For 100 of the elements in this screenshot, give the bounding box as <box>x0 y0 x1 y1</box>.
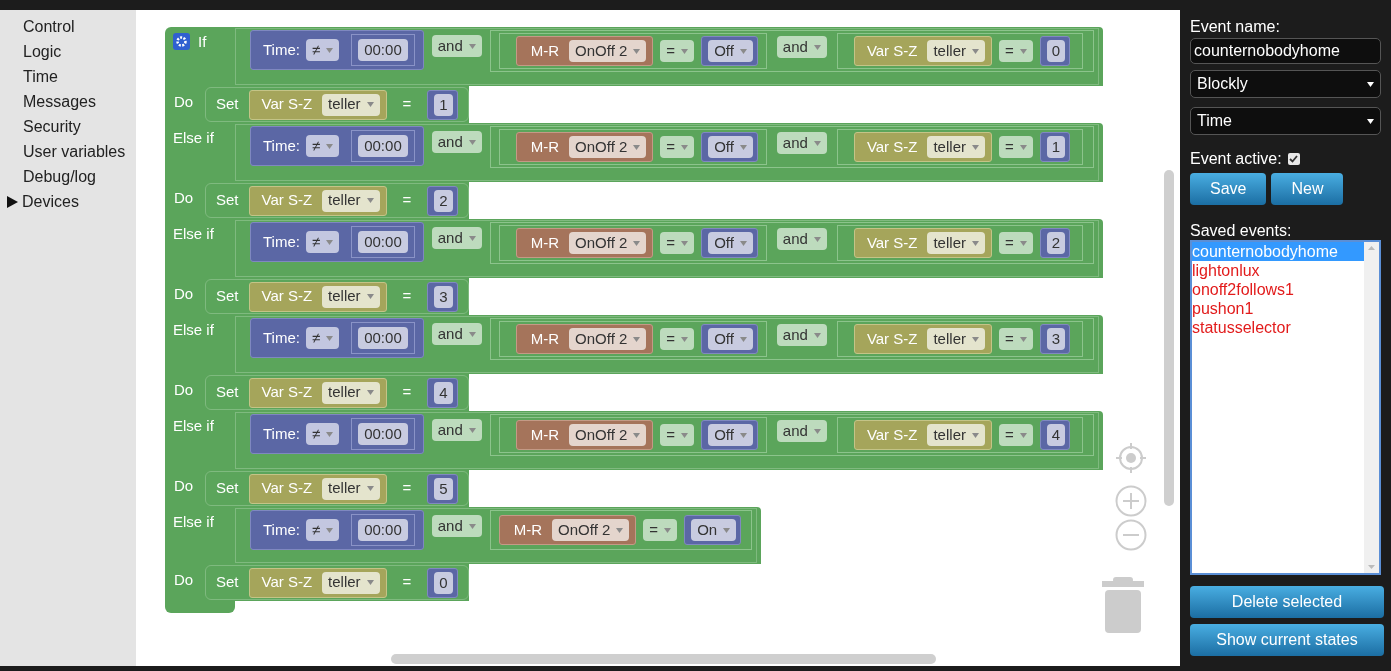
operator-dropdown[interactable]: = <box>660 328 695 350</box>
variable-block[interactable]: Var S-Z teller <box>853 420 992 450</box>
variable-block[interactable]: Var S-Z teller <box>248 281 387 312</box>
operator-dropdown[interactable]: = <box>643 519 678 541</box>
scrollbar[interactable] <box>391 654 936 664</box>
time-block[interactable]: Time: ≠ 00:00 <box>250 222 424 262</box>
variable-dropdown[interactable]: teller <box>322 189 380 212</box>
scroll-up-icon[interactable] <box>1368 246 1375 250</box>
gear-icon[interactable] <box>173 33 190 50</box>
operator-dropdown[interactable]: = <box>998 40 1033 62</box>
number-block[interactable]: 4 <box>427 377 458 408</box>
menu-item[interactable]: Control <box>23 14 75 39</box>
variable-dropdown[interactable]: teller <box>322 93 380 116</box>
variable-dropdown[interactable]: teller <box>322 477 380 500</box>
operator-dropdown[interactable]: ≠ <box>305 519 340 541</box>
event-item[interactable]: lightonlux <box>1192 261 1364 280</box>
device-dropdown[interactable]: OnOff 2 <box>569 232 647 254</box>
time-block[interactable]: Time: ≠ 00:00 <box>250 510 424 550</box>
variable-dropdown[interactable]: teller <box>927 424 985 446</box>
number-block[interactable]: 3 <box>1039 324 1071 354</box>
menu-item[interactable]: User variables <box>23 139 126 164</box>
number-field[interactable]: 5 <box>434 477 453 500</box>
logic-dropdown[interactable]: and <box>431 35 482 58</box>
number-block[interactable]: 1 <box>1039 132 1071 162</box>
number-block[interactable]: 3 <box>427 281 458 312</box>
number-field[interactable]: 2 <box>1046 232 1066 254</box>
operator-dropdown[interactable]: ≠ <box>305 135 340 157</box>
device-block[interactable]: M-R OnOff 2 <box>515 36 654 66</box>
operator-dropdown[interactable]: = <box>660 232 695 254</box>
logic-dropdown[interactable]: and <box>431 227 482 250</box>
time-block[interactable]: Time: ≠ 00:00 <box>250 126 424 166</box>
logic-dropdown[interactable]: and <box>431 515 482 538</box>
scrollbar[interactable] <box>1364 242 1379 573</box>
operator-dropdown[interactable]: = <box>660 136 695 158</box>
triangle-icon[interactable] <box>7 195 18 208</box>
device-block[interactable]: M-R OnOff 2 <box>515 228 654 258</box>
state-dropdown[interactable]: Off <box>708 232 753 254</box>
event-item[interactable]: statusselector <box>1192 318 1364 337</box>
operator-dropdown[interactable]: = <box>998 328 1033 350</box>
state-dropdown[interactable]: Off <box>708 136 753 158</box>
set-block[interactable]: Set Var S-Z teller = 4 <box>205 375 469 410</box>
number-field[interactable]: 0 <box>1046 40 1066 62</box>
event-name-field[interactable]: counternobodyhome <box>1190 38 1381 64</box>
state-dropdown[interactable]: Off <box>708 40 753 62</box>
variable-dropdown[interactable]: teller <box>322 285 380 308</box>
operator-dropdown[interactable]: = <box>660 424 695 446</box>
menu-item[interactable]: Messages <box>23 89 96 114</box>
number-block[interactable]: 0 <box>1039 36 1071 66</box>
device-dropdown[interactable]: OnOff 2 <box>569 328 647 350</box>
state-block[interactable]: Off <box>701 324 758 354</box>
time-field[interactable]: 00:00 <box>358 135 408 157</box>
device-block[interactable]: M-R OnOff 2 <box>515 420 654 450</box>
variable-dropdown[interactable]: teller <box>322 381 380 404</box>
device-dropdown[interactable]: OnOff 2 <box>569 136 647 158</box>
operator-dropdown[interactable]: = <box>998 232 1033 254</box>
variable-dropdown[interactable]: teller <box>927 328 985 350</box>
action-button[interactable]: New <box>1271 173 1344 205</box>
number-field[interactable]: 2 <box>434 189 453 212</box>
number-field[interactable]: 4 <box>1046 424 1066 446</box>
logic-dropdown[interactable]: and <box>431 419 482 442</box>
recenter-icon[interactable] <box>1114 441 1148 475</box>
variable-block[interactable]: Var S-Z teller <box>853 132 992 162</box>
state-block[interactable]: Off <box>701 132 758 162</box>
device-dropdown[interactable]: OnOff 2 <box>569 424 647 446</box>
set-block[interactable]: Set Var S-Z teller = 5 <box>205 471 469 506</box>
logic-dropdown[interactable]: and <box>776 420 827 443</box>
number-block[interactable]: 4 <box>1039 420 1071 450</box>
set-block[interactable]: Set Var S-Z teller = 1 <box>205 87 469 122</box>
operator-dropdown[interactable]: = <box>660 40 695 62</box>
trash-icon[interactable] <box>1101 577 1145 633</box>
menu-item[interactable]: Time <box>23 64 58 89</box>
operator-dropdown[interactable]: = <box>998 424 1033 446</box>
menu-item[interactable]: Logic <box>23 39 62 64</box>
time-block[interactable]: Time: ≠ 00:00 <box>250 318 424 358</box>
variable-block[interactable]: Var S-Z teller <box>853 324 992 354</box>
logic-dropdown[interactable]: and <box>776 132 827 155</box>
zoom-out-icon[interactable] <box>1115 519 1147 551</box>
menu-item[interactable]: Debug/log <box>23 164 96 189</box>
device-dropdown[interactable]: OnOff 2 <box>552 519 630 541</box>
number-field[interactable]: 1 <box>434 93 453 116</box>
device-block[interactable]: M-R OnOff 2 <box>515 324 654 354</box>
state-dropdown[interactable]: Off <box>708 424 753 446</box>
variable-block[interactable]: Var S-Z teller <box>853 36 992 66</box>
action-button[interactable]: Save <box>1190 173 1267 205</box>
action-button[interactable]: Delete selected <box>1190 586 1384 618</box>
event-item[interactable]: pushon1 <box>1192 299 1364 318</box>
time-field[interactable]: 00:00 <box>358 39 408 61</box>
device-block[interactable]: M-R OnOff 2 <box>515 132 654 162</box>
operator-dropdown[interactable]: ≠ <box>305 423 340 445</box>
menu-item[interactable]: Security <box>23 114 81 139</box>
number-field[interactable]: 3 <box>1046 328 1066 350</box>
variable-block[interactable]: Var S-Z teller <box>248 567 387 598</box>
variable-block[interactable]: Var S-Z teller <box>853 228 992 258</box>
device-dropdown[interactable]: OnOff 2 <box>569 40 647 62</box>
events-listbox[interactable]: counternobodyhome lightonlux onoff2follows1 pushon1 statusselector <box>1190 240 1381 575</box>
variable-block[interactable]: Var S-Z teller <box>248 473 387 504</box>
variable-dropdown[interactable]: teller <box>927 40 985 62</box>
time-field[interactable]: 00:00 <box>358 327 408 349</box>
operator-dropdown[interactable]: ≠ <box>305 39 340 61</box>
number-field[interactable]: 0 <box>434 571 453 594</box>
